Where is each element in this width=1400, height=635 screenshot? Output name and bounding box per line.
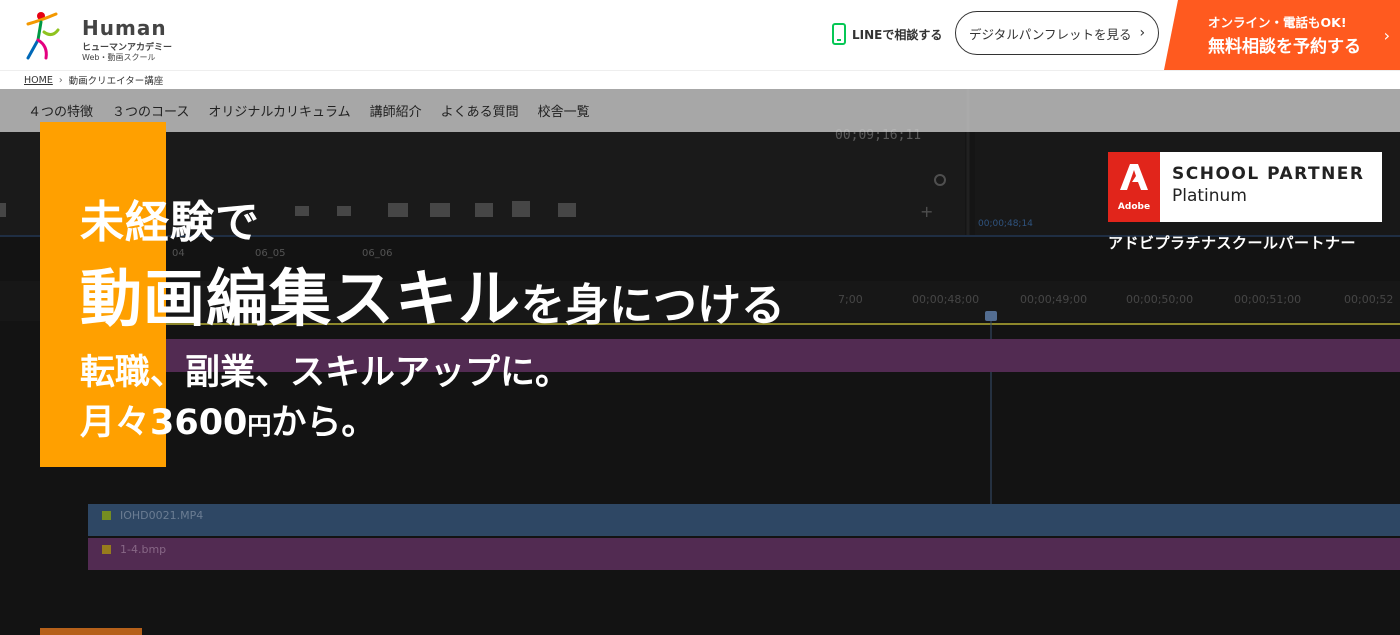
subnav-item-curriculum[interactable]: オリジナルカリキュラム <box>208 101 350 120</box>
adobe-wordmark: Adobe <box>1117 202 1151 212</box>
hero-price-unit: 円 <box>247 412 272 440</box>
site-header: Human ヒューマンアカデミー Web・動画スクール LINEで相談する デジ… <box>0 0 1400 70</box>
hero-line-3: 転職、副業、スキルアップに。 <box>80 353 571 393</box>
logo-wordmark: Human <box>82 16 167 40</box>
hero-line-2: 動画編集スキルを身につける <box>80 248 785 338</box>
breadcrumb: HOME › 動画クリエイター講座 <box>0 70 1400 89</box>
hero-bottom-accent <box>40 628 142 635</box>
breadcrumb-home-link[interactable]: HOME <box>24 75 53 86</box>
cta-subtext: オンライン・電話もOK! <box>1208 15 1347 30</box>
logo-tagline: Web・動画スクール <box>82 53 156 62</box>
subnav-item-courses[interactable]: ３つのコース <box>112 101 189 120</box>
badge-text: SCHOOL PARTNER Platinum <box>1160 152 1365 222</box>
page-subnav: ４つの特徴 ３つのコース オリジナルカリキュラム 講師紹介 よくある質問 校舎一… <box>0 89 1400 132</box>
digital-pamphlet-button[interactable]: デジタルパンフレットを見る › <box>955 11 1159 55</box>
line-consult-label: LINEで相談する <box>852 27 943 42</box>
hero-price: 月々3600 <box>80 403 248 443</box>
adobe-a-icon <box>1120 164 1148 190</box>
pamphlet-button-label: デジタルパンフレットを見る <box>968 26 1132 42</box>
chevron-right-icon: › <box>1139 25 1146 41</box>
human-academy-logo[interactable]: Human ヒューマンアカデミー Web・動画スクール <box>22 10 172 62</box>
subnav-item-features[interactable]: ４つの特徴 <box>28 101 93 120</box>
breadcrumb-separator-icon: › <box>58 74 63 86</box>
subnav-item-instructors[interactable]: 講師紹介 <box>370 101 422 120</box>
breadcrumb-current: 動画クリエイター講座 <box>68 76 164 87</box>
hero-line-2-rest: を身につける <box>521 280 786 331</box>
hero-price-suffix: から。 <box>271 403 377 443</box>
adobe-logo: Adobe <box>1108 152 1160 222</box>
human-figure-icon <box>26 12 60 60</box>
subnav-item-campuses[interactable]: 校舎一覧 <box>538 101 590 120</box>
subnav-item-faq[interactable]: よくある質問 <box>441 101 519 120</box>
smartphone-icon <box>832 23 846 45</box>
badge-level: Platinum <box>1172 186 1247 206</box>
adobe-partner-caption: アドビプラチナスクールパートナー <box>1108 234 1357 252</box>
cta-label: 無料相談を予約する <box>1208 37 1361 57</box>
hero-line-1: 未経験で <box>80 197 260 248</box>
adobe-partner-badge: Adobe SCHOOL PARTNER Platinum <box>1108 152 1382 222</box>
free-consultation-button[interactable]: オンライン・電話もOK! 無料相談を予約する › <box>1164 0 1400 70</box>
hero-line-2-emphasis: 動画編集スキル <box>80 262 522 335</box>
badge-title: SCHOOL PARTNER <box>1172 164 1365 184</box>
hero-line-4: 月々3600円から。 <box>80 394 376 445</box>
chevron-right-icon: › <box>1383 26 1390 45</box>
line-consult-link[interactable]: LINEで相談する <box>832 22 942 46</box>
